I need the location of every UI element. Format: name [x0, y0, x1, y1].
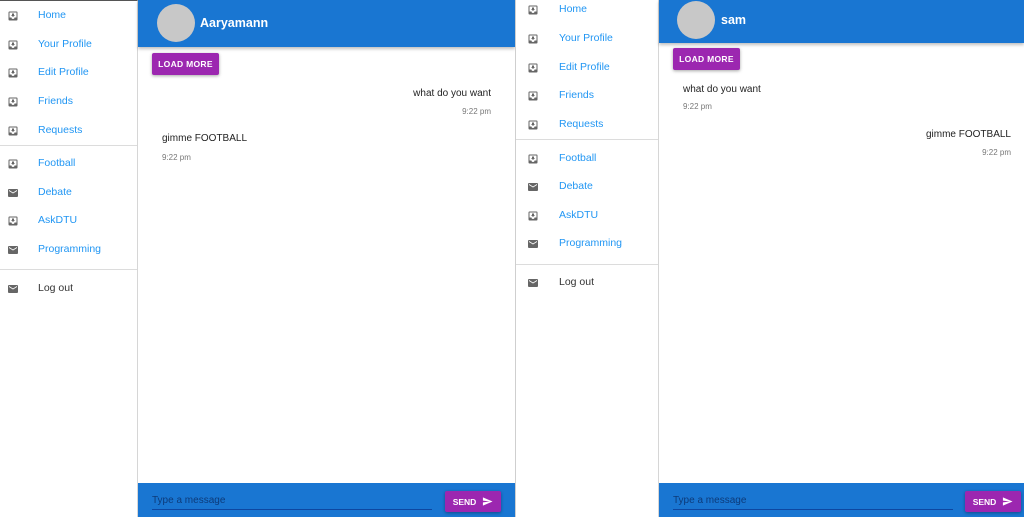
chat-header: sam	[659, 0, 1024, 43]
nav-item-label: AskDTU	[559, 209, 599, 221]
message-text: gimme FOOTBALL	[162, 133, 248, 144]
nav-divider	[0, 269, 137, 270]
nav-item-label: Your Profile	[559, 32, 613, 44]
inbox-icon	[8, 40, 18, 50]
nav-group-debate[interactable]: Debate	[0, 183, 137, 203]
nav-item-label: Your Profile	[38, 38, 92, 50]
nav-item-label: Friends	[38, 95, 74, 107]
nav-item-edit-profile[interactable]: Edit Profile	[516, 58, 658, 78]
inbox-icon	[528, 34, 538, 44]
message-text: what do you want	[683, 84, 761, 95]
nav-item-logout[interactable]: Log out	[0, 279, 137, 299]
nav-item-label: Requests	[38, 124, 83, 136]
nav-group-askdtu[interactable]: AskDTU	[0, 211, 137, 231]
nav-divider	[0, 145, 137, 146]
send-button-label: SEND	[972, 496, 997, 507]
nav-item-label: Log out	[559, 276, 595, 288]
inbox-icon	[528, 5, 538, 15]
nav-item-label: Log out	[38, 282, 74, 294]
chat-contact-name: sam	[721, 13, 747, 27]
nav-divider	[516, 139, 658, 140]
mail-icon	[8, 285, 18, 293]
nav-group-football[interactable]: Football	[516, 149, 658, 169]
nav-item-your-profile[interactable]: Your Profile	[516, 29, 658, 49]
message-input[interactable]	[673, 492, 953, 510]
chat-panel: Aaryamann LOAD MORE what do you want 9:2…	[138, 0, 515, 517]
nav-item-home[interactable]: Home	[0, 6, 137, 26]
nav-item-label: Requests	[559, 118, 604, 130]
chat-panel: sam LOAD MORE what do you want 9:22 pm g…	[659, 0, 1024, 517]
nav-group-askdtu[interactable]: AskDTU	[516, 206, 658, 226]
send-icon	[1003, 497, 1013, 506]
nav-item-label: Football	[38, 157, 76, 169]
mail-icon	[528, 240, 538, 248]
nav-item-logout[interactable]: Log out	[516, 273, 658, 293]
mail-icon	[528, 183, 538, 191]
mail-icon	[8, 189, 18, 197]
mail-icon	[8, 246, 18, 254]
nav-item-label: Debate	[559, 180, 593, 192]
send-icon	[483, 497, 493, 506]
mail-icon	[528, 279, 538, 287]
chat-contact-name: Aaryamann	[200, 16, 269, 30]
message-input[interactable]	[152, 492, 432, 510]
message-time: 9:22 pm	[162, 153, 191, 162]
nav-item-label: Home	[38, 9, 67, 21]
nav-item-requests[interactable]: Requests	[516, 115, 658, 135]
load-more-button[interactable]: LOAD MORE	[673, 48, 740, 70]
send-button-label: SEND	[452, 496, 477, 507]
message-text: gimme FOOTBALL	[925, 129, 1011, 140]
avatar	[157, 4, 195, 42]
avatar	[677, 1, 715, 39]
inbox-icon	[528, 154, 538, 164]
message-composer: SEND	[659, 483, 1024, 517]
nav-item-label: Edit Profile	[559, 61, 610, 73]
inbox-icon	[528, 120, 538, 130]
inbox-icon	[528, 91, 538, 101]
nav-item-label: Edit Profile	[38, 66, 89, 78]
inbox-icon	[8, 97, 18, 107]
nav-item-requests[interactable]: Requests	[0, 121, 137, 141]
nav-drawer: Home Your Profile Edit Profile Friends R…	[516, 0, 659, 517]
send-button[interactable]: SEND	[965, 491, 1021, 512]
load-more-button[interactable]: LOAD MORE	[152, 53, 219, 75]
nav-item-label: Programming	[38, 243, 102, 255]
chat-window-right: Home Your Profile Edit Profile Friends R…	[515, 0, 1024, 517]
inbox-icon	[528, 63, 538, 73]
inbox-icon	[8, 11, 18, 21]
nav-divider	[516, 264, 658, 265]
nav-item-home[interactable]: Home	[516, 0, 658, 20]
nav-item-edit-profile[interactable]: Edit Profile	[0, 63, 137, 83]
nav-drawer: Home Your Profile Edit Profile Friends R…	[0, 0, 138, 517]
nav-item-friends[interactable]: Friends	[0, 92, 137, 112]
nav-group-football[interactable]: Football	[0, 154, 137, 174]
nav-group-programming[interactable]: Programming	[516, 234, 658, 254]
nav-item-label: Home	[559, 3, 588, 15]
nav-item-label: AskDTU	[38, 214, 78, 226]
inbox-icon	[8, 126, 18, 136]
message-time: 9:22 pm	[683, 102, 712, 111]
nav-group-programming[interactable]: Programming	[0, 240, 137, 260]
message-composer: SEND	[138, 483, 515, 517]
inbox-icon	[8, 159, 18, 169]
nav-item-label: Friends	[559, 89, 595, 101]
nav-item-label: Programming	[559, 237, 623, 249]
nav-item-your-profile[interactable]: Your Profile	[0, 35, 137, 55]
inbox-icon	[8, 216, 18, 226]
chat-window-left: Home Your Profile Edit Profile Friends R…	[0, 0, 515, 517]
inbox-icon	[8, 68, 18, 78]
message-time: 9:22 pm	[462, 107, 491, 116]
message-time: 9:22 pm	[982, 148, 1011, 157]
nav-item-label: Football	[559, 152, 597, 164]
inbox-icon	[528, 211, 538, 221]
nav-item-label: Debate	[38, 186, 72, 198]
nav-group-debate[interactable]: Debate	[516, 177, 658, 197]
nav-item-friends[interactable]: Friends	[516, 86, 658, 106]
send-button[interactable]: SEND	[445, 491, 501, 512]
message-text: what do you want	[413, 88, 491, 99]
chat-header: Aaryamann	[138, 0, 515, 47]
